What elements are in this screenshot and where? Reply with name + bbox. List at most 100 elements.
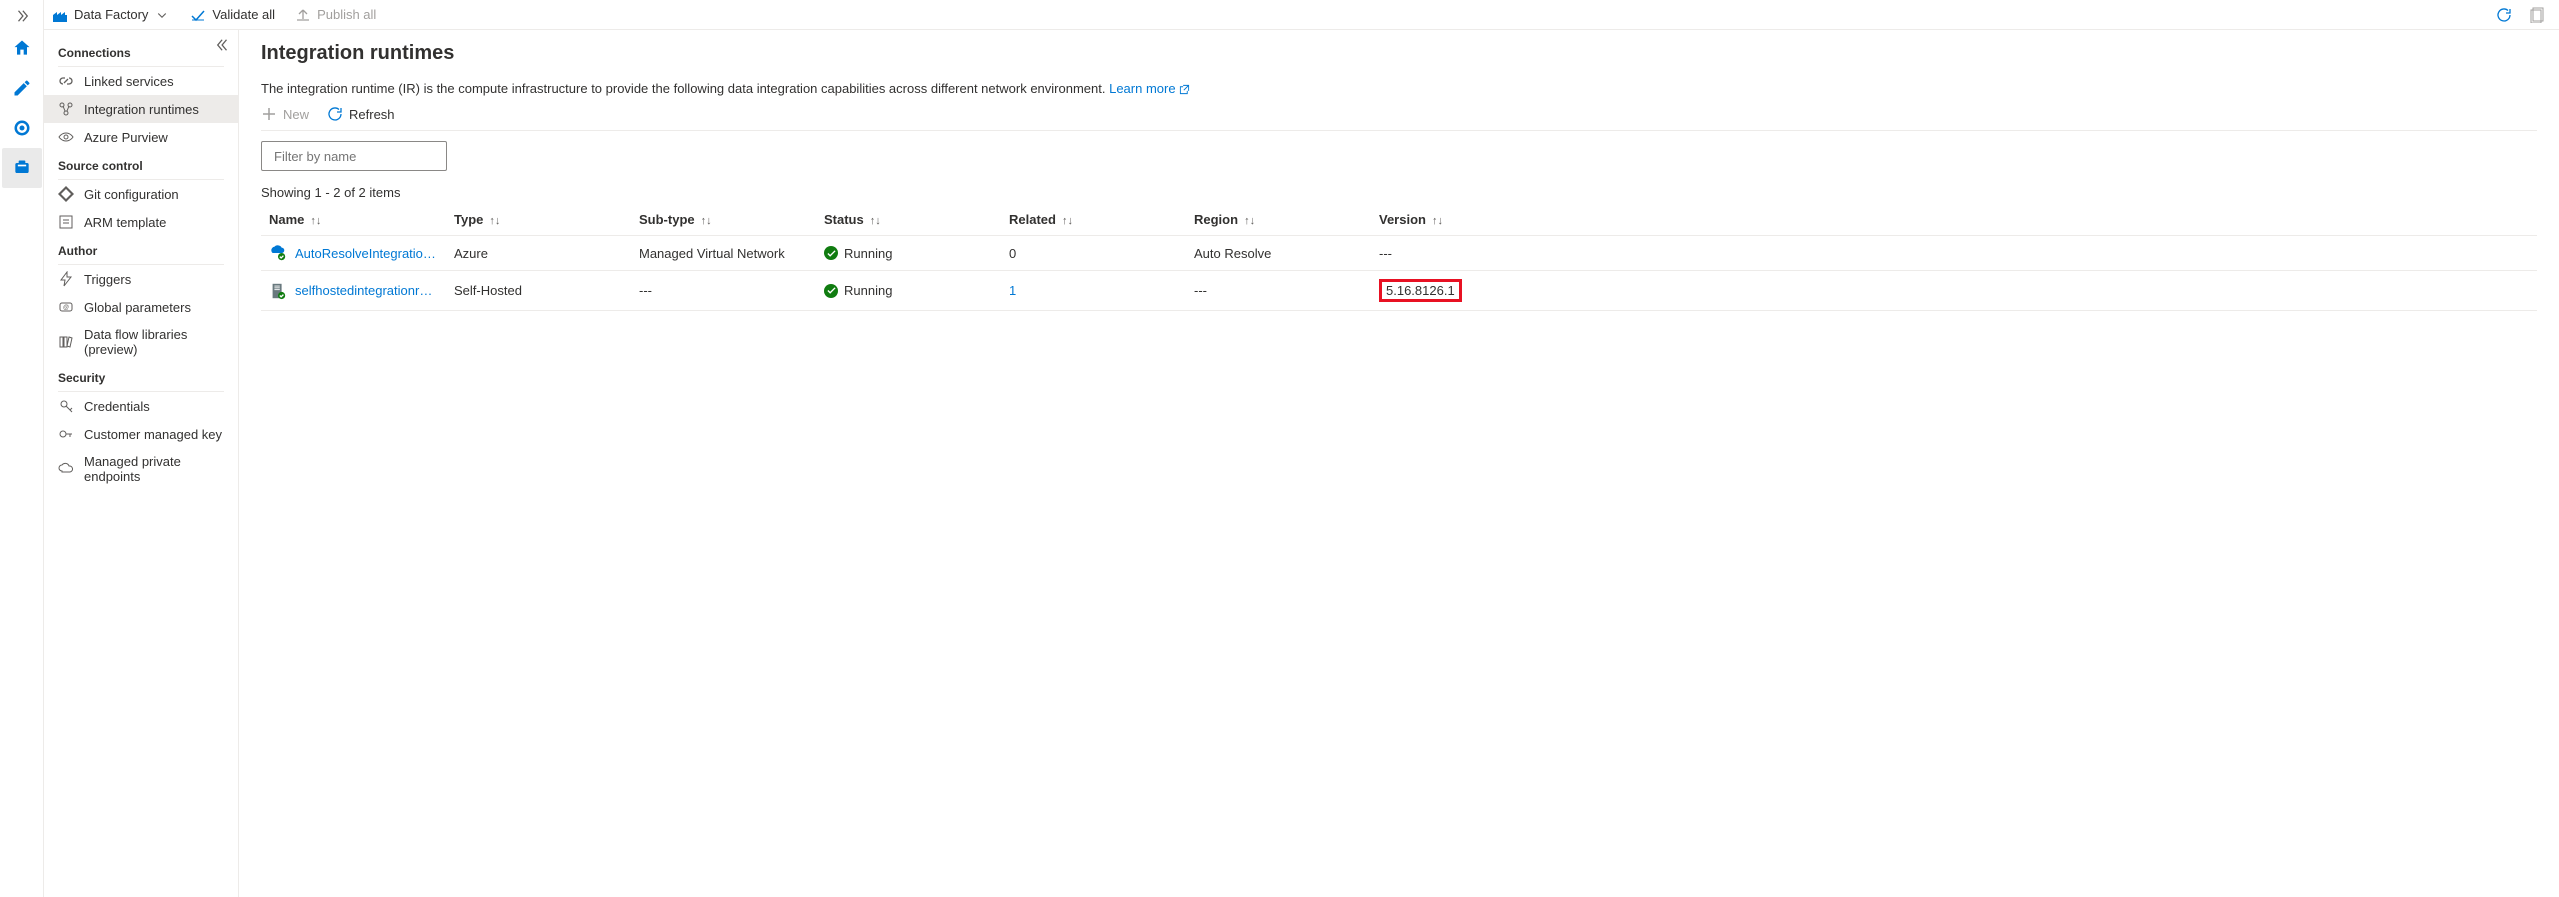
sidebar-label: Data flow libraries (preview) — [84, 327, 230, 357]
col-status[interactable]: Status↑↓ — [816, 204, 1001, 236]
manage-sidebar: Connections Linked services Integration … — [44, 30, 239, 897]
rail-expand-button[interactable] — [0, 4, 44, 28]
sidebar-collapse-button[interactable] — [214, 36, 232, 54]
sidebar-item-integration-runtimes[interactable]: Integration runtimes — [44, 95, 238, 123]
sidebar-item-arm-template[interactable]: ARM template — [44, 208, 238, 236]
col-related[interactable]: Related↑↓ — [1001, 204, 1186, 236]
sidebar-label: Linked services — [84, 74, 174, 89]
cell-status: Running — [824, 246, 993, 261]
feedback-icon[interactable] — [2529, 6, 2547, 24]
main-content: Integration runtimes The integration run… — [239, 30, 2559, 897]
top-toolbar: Data Factory Validate all Publish all — [44, 0, 2559, 30]
cell-type: Self-Hosted — [446, 271, 631, 311]
cell-related[interactable]: 1 — [1001, 271, 1186, 311]
sidebar-label: Integration runtimes — [84, 102, 199, 117]
table-row: AutoResolveIntegrationR... Azure Managed… — [261, 236, 2537, 271]
cell-version: 5.16.8126.1 — [1371, 271, 2537, 311]
runtimes-table: Name↑↓ Type↑↓ Sub-type↑↓ Status↑↓ Relate… — [261, 204, 2537, 311]
sidebar-label: Customer managed key — [84, 427, 222, 442]
cell-status: Running — [824, 283, 993, 298]
validate-all-button[interactable]: Validate all — [190, 7, 275, 23]
col-type[interactable]: Type↑↓ — [446, 204, 631, 236]
item-count: Showing 1 - 2 of 2 items — [261, 185, 2537, 200]
sidebar-label: Azure Purview — [84, 130, 168, 145]
sidebar-item-linked-services[interactable]: Linked services — [44, 67, 238, 95]
publish-label: Publish all — [317, 7, 376, 22]
upload-icon — [295, 7, 311, 23]
col-region[interactable]: Region↑↓ — [1186, 204, 1371, 236]
refresh-top-icon[interactable] — [2495, 6, 2513, 24]
plus-icon — [261, 106, 277, 122]
heading-connections: Connections — [44, 38, 238, 64]
sidebar-item-mpe[interactable]: Managed private endpoints — [44, 448, 238, 490]
param-icon: @ — [58, 299, 74, 315]
heading-author: Author — [44, 236, 238, 262]
cell-subtype: --- — [631, 271, 816, 311]
sidebar-label: Credentials — [84, 399, 150, 414]
sort-icon[interactable]: ↑↓ — [489, 215, 500, 227]
runtime-type-icon — [269, 244, 287, 262]
library-icon — [58, 334, 74, 350]
new-button[interactable]: New — [261, 106, 309, 122]
col-version[interactable]: Version↑↓ — [1371, 204, 2537, 236]
sidebar-label: Managed private endpoints — [84, 454, 230, 484]
runtime-name-link[interactable]: selfhostedintegrationrun... — [295, 283, 438, 298]
chevron-down-icon — [154, 7, 170, 23]
eye-icon — [58, 129, 74, 145]
sidebar-item-triggers[interactable]: Triggers — [44, 265, 238, 293]
sort-icon[interactable]: ↑↓ — [1062, 215, 1073, 227]
sidebar-item-global-parameters[interactable]: @ Global parameters — [44, 293, 238, 321]
learn-more-link[interactable]: Learn more — [1109, 81, 1190, 96]
sort-icon[interactable]: ↑↓ — [1244, 215, 1255, 227]
publish-all-button[interactable]: Publish all — [295, 7, 376, 23]
cell-related: 0 — [1001, 236, 1186, 271]
col-subtype[interactable]: Sub-type↑↓ — [631, 204, 816, 236]
col-name[interactable]: Name↑↓ — [261, 204, 446, 236]
sidebar-item-azure-purview[interactable]: Azure Purview — [44, 123, 238, 151]
table-row: selfhostedintegrationrun... Self-Hosted … — [261, 271, 2537, 311]
sidebar-item-git-config[interactable]: Git configuration — [44, 180, 238, 208]
sort-icon[interactable]: ↑↓ — [701, 215, 712, 227]
credential-icon — [58, 398, 74, 414]
cell-subtype: Managed Virtual Network — [631, 236, 816, 271]
sidebar-label: Triggers — [84, 272, 131, 287]
link-icon — [58, 73, 74, 89]
refresh-label: Refresh — [349, 107, 395, 122]
git-icon — [58, 186, 74, 202]
bolt-icon — [58, 271, 74, 287]
key-icon — [58, 426, 74, 442]
rail-manage[interactable] — [2, 148, 42, 188]
runtime-icon — [58, 101, 74, 117]
sidebar-label: Git configuration — [84, 187, 179, 202]
status-ok-icon — [824, 284, 838, 298]
sidebar-item-credentials[interactable]: Credentials — [44, 392, 238, 420]
sort-icon[interactable]: ↑↓ — [1432, 215, 1443, 227]
refresh-button[interactable]: Refresh — [327, 106, 395, 122]
sidebar-item-dataflow-libs[interactable]: Data flow libraries (preview) — [44, 321, 238, 363]
page-title: Integration runtimes — [261, 42, 2537, 65]
sort-icon[interactable]: ↑↓ — [310, 215, 321, 227]
sidebar-label: Global parameters — [84, 300, 191, 315]
factory-icon — [52, 7, 68, 23]
brand-selector[interactable]: Data Factory — [52, 7, 170, 23]
runtime-type-icon — [269, 282, 287, 300]
refresh-icon — [327, 106, 343, 122]
page-description: The integration runtime (IR) is the comp… — [261, 81, 2537, 96]
rail-monitor[interactable] — [2, 108, 42, 148]
sidebar-item-cmk[interactable]: Customer managed key — [44, 420, 238, 448]
filter-input[interactable] — [274, 149, 450, 164]
sort-icon[interactable]: ↑↓ — [870, 215, 881, 227]
new-label: New — [283, 107, 309, 122]
runtime-name-link[interactable]: AutoResolveIntegrationR... — [295, 246, 438, 261]
cloud-lock-icon — [58, 461, 74, 477]
cell-region: --- — [1186, 271, 1371, 311]
heading-source-control: Source control — [44, 151, 238, 177]
sidebar-label: ARM template — [84, 215, 166, 230]
nav-rail — [0, 0, 44, 897]
check-icon — [190, 7, 206, 23]
rail-author[interactable] — [2, 68, 42, 108]
cell-region: Auto Resolve — [1186, 236, 1371, 271]
rail-home[interactable] — [2, 28, 42, 68]
svg-text:@: @ — [63, 305, 69, 311]
filter-box[interactable] — [261, 141, 447, 171]
